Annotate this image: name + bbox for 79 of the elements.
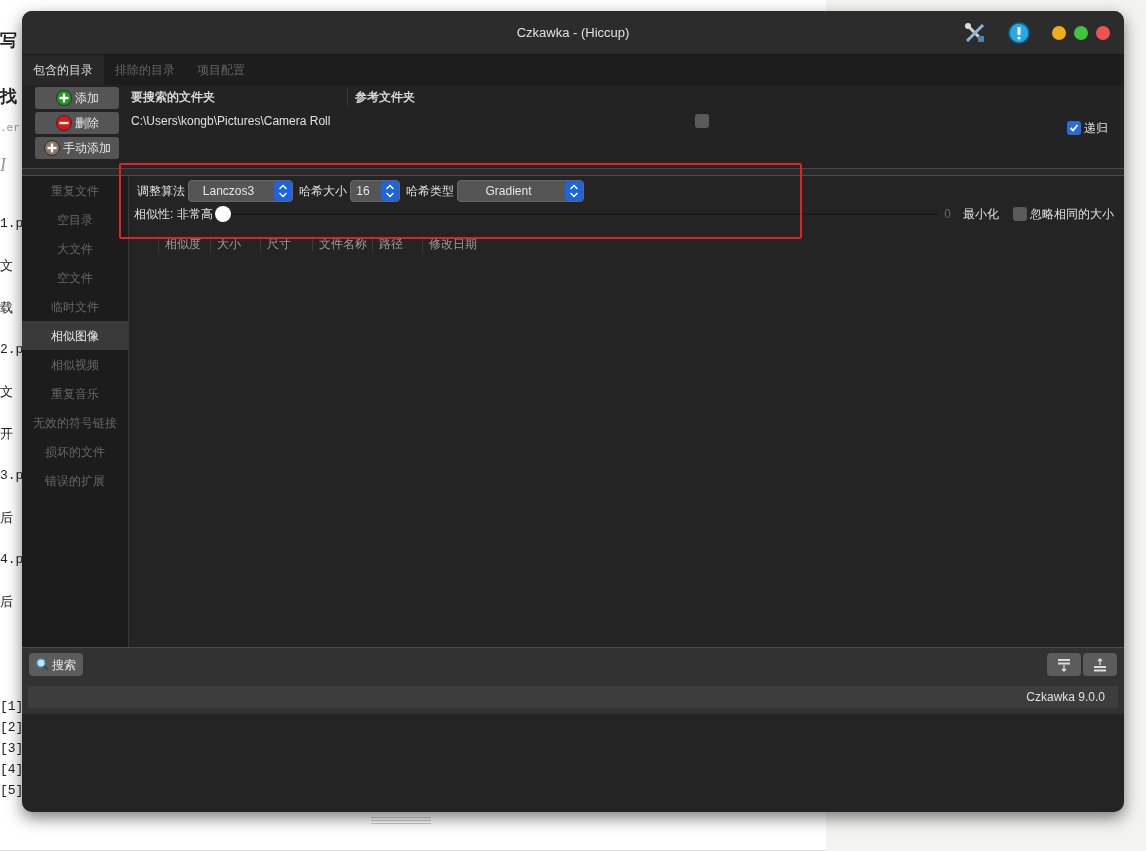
toolbar-button[interactable] [1047, 653, 1081, 676]
tab[interactable]: 包含的目录 [22, 55, 104, 85]
field-label: 哈希类型 [406, 183, 454, 200]
field-label: 哈希大小 [299, 183, 347, 200]
sidebar-item[interactable]: 重复文件 [22, 176, 128, 205]
column-header: 修改日期 [429, 236, 477, 253]
button[interactable]: 手动添加 [35, 137, 119, 159]
checkbox[interactable] [1013, 207, 1027, 221]
slider-value: 0 [944, 206, 951, 223]
text-fragment: 后 [0, 593, 13, 611]
column-header: 文件名称 [319, 236, 367, 253]
checkbox[interactable] [695, 114, 709, 128]
slider[interactable] [214, 206, 939, 222]
sidebar-item[interactable]: 无效的符号链接 [22, 408, 128, 437]
text-fragment: 文 [0, 257, 13, 275]
info-icon[interactable] [1008, 22, 1030, 44]
plus-icon [43, 140, 60, 156]
checkbox-label: 递归 [1084, 120, 1108, 137]
search-icon [36, 658, 49, 671]
text-fragment: 写 [0, 30, 17, 52]
table-cell-text: C:\Users\kongb\Pictures\Camera Roll [130, 113, 332, 130]
minimize-button[interactable] [1052, 26, 1066, 40]
sidebar-item[interactable]: 相似视频 [22, 350, 128, 379]
slider-label: 相似性: 非常高 [134, 206, 213, 223]
sidebar-item[interactable]: 错误的扩展 [22, 466, 128, 495]
plus-icon [55, 90, 72, 106]
text-fragment: 载 [0, 299, 13, 317]
field-label: 调整算法 [137, 183, 185, 200]
text-fragment: 文 [0, 383, 13, 401]
column-header: 大小 [217, 236, 241, 253]
maximize-button[interactable] [1074, 26, 1088, 40]
version-label: Czkawka 9.0.0 [1026, 689, 1105, 706]
column-header: 参考文件夹 [355, 89, 415, 106]
chevron-icon [274, 181, 292, 201]
text-fragment: [5] [0, 782, 24, 800]
text-fragment: [1] [0, 698, 24, 716]
text-fragment: I [0, 154, 6, 177]
checkbox-label: 忽略相同的大小 [1030, 206, 1114, 223]
text-fragment: 2.p [0, 341, 24, 359]
tab[interactable]: 项目配置 [186, 55, 256, 85]
dropdown[interactable]: 16 [350, 180, 400, 202]
tools-icon[interactable] [964, 22, 986, 44]
text-fragment: 后 [0, 509, 13, 527]
sidebar-item[interactable]: 空文件 [22, 263, 128, 292]
sidebar-item[interactable]: 损坏的文件 [22, 437, 128, 466]
close-button[interactable] [1096, 26, 1110, 40]
chevron-icon [381, 181, 399, 201]
text-fragment: 找 [0, 86, 17, 108]
sidebar-item[interactable]: 临时文件 [22, 292, 128, 321]
column-header: 相似度 [165, 236, 201, 253]
search-button[interactable]: 搜索 [29, 653, 83, 676]
text-fragment: 开 [0, 425, 13, 443]
sidebar-item[interactable]: 大文件 [22, 234, 128, 263]
sidebar-item[interactable]: 重复音乐 [22, 379, 128, 408]
text-fragment: 4.p [0, 551, 24, 569]
dropdown[interactable]: Gradient [457, 180, 584, 202]
slider-end-label: 最小化 [963, 206, 999, 223]
move-down-icon [1057, 657, 1071, 672]
column-header: 尺寸 [267, 236, 291, 253]
window-title: Czkawka - (Hiccup) [516, 23, 630, 42]
column-header: 路径 [379, 236, 403, 253]
dropdown[interactable]: Lanczos3 [188, 180, 293, 202]
minus-icon [55, 115, 72, 131]
text-fragment: 3.p [0, 467, 24, 485]
sidebar-item[interactable]: 相似图像 [22, 321, 128, 350]
tab[interactable]: 排除的目录 [104, 55, 186, 85]
button[interactable]: 添加 [35, 87, 119, 109]
text-fragment: 1.p [0, 215, 24, 233]
checkbox[interactable] [1067, 121, 1081, 135]
chevron-icon [565, 181, 583, 201]
button[interactable]: 删除 [35, 112, 119, 134]
text-fragment: [2] [0, 719, 24, 737]
move-up-icon [1093, 657, 1107, 672]
sidebar-item[interactable]: 空目录 [22, 205, 128, 234]
text-fragment: .er [0, 121, 20, 136]
toolbar-button[interactable] [1083, 653, 1117, 676]
text-fragment: [3] [0, 740, 24, 758]
column-header: 要搜索的文件夹 [131, 89, 215, 106]
text-fragment: [4] [0, 761, 24, 779]
